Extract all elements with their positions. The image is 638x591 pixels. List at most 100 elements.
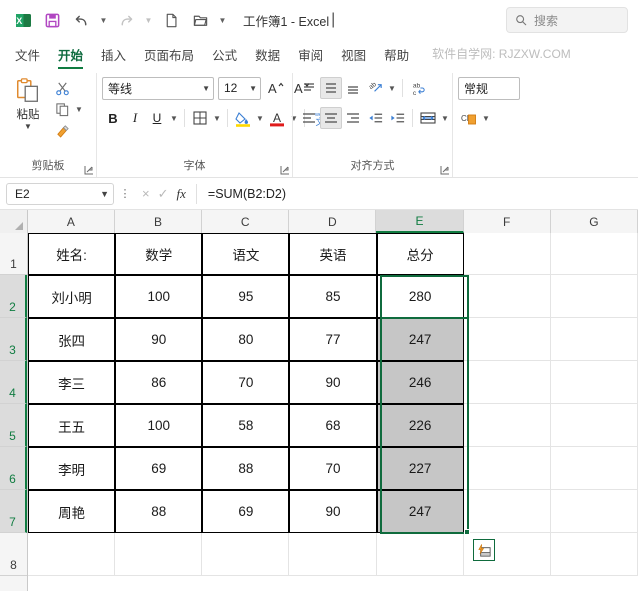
autofill-options-button[interactable] — [473, 539, 495, 561]
cell-d4[interactable]: 90 — [289, 361, 377, 404]
cell-f2[interactable] — [463, 275, 551, 318]
cell-g5[interactable] — [550, 404, 638, 447]
cell-g1[interactable] — [550, 233, 638, 275]
font-name-combo[interactable]: 等线 ▼ — [102, 76, 214, 100]
formula-bar-options-icon[interactable]: ⋮ — [118, 187, 132, 200]
borders-button[interactable] — [189, 107, 211, 129]
cell-a5[interactable]: 王五 — [28, 404, 116, 447]
cell-b3[interactable]: 90 — [115, 318, 203, 361]
bold-button[interactable]: B — [102, 107, 124, 129]
underline-dropdown-icon[interactable]: ▼ — [168, 114, 180, 123]
name-box-dropdown-icon[interactable]: ▼ — [100, 189, 109, 199]
tab-home[interactable]: 开始 — [49, 43, 92, 70]
row-header-6[interactable]: 6 — [0, 447, 27, 490]
row-header-4[interactable]: 4 — [0, 361, 27, 404]
cell-c4[interactable]: 70 — [202, 361, 290, 404]
cell-d6[interactable]: 70 — [289, 447, 377, 490]
select-all-corner[interactable] — [0, 210, 28, 233]
cell-a4[interactable]: 李三 — [28, 361, 116, 404]
cell-a8[interactable] — [28, 533, 116, 576]
tab-file[interactable]: 文件 — [6, 43, 49, 70]
cell-a2[interactable]: 刘小明 — [28, 275, 116, 318]
borders-dropdown-icon[interactable]: ▼ — [211, 114, 223, 123]
cell-c3[interactable]: 80 — [202, 318, 290, 361]
cell-g3[interactable] — [550, 318, 638, 361]
cell-c7[interactable]: 69 — [202, 490, 290, 533]
cell-e4[interactable]: 246 — [376, 361, 464, 404]
orientation-button[interactable]: ab — [364, 77, 386, 99]
cell-d2[interactable]: 85 — [289, 275, 377, 318]
undo-dropdown-icon[interactable]: ▼ — [97, 8, 110, 32]
cell-d8[interactable] — [289, 533, 377, 576]
cell-b8[interactable] — [115, 533, 203, 576]
fill-color-dropdown-icon[interactable]: ▼ — [254, 114, 266, 123]
cell-e6[interactable]: 227 — [376, 447, 464, 490]
copy-dropdown-icon[interactable]: ▼ — [74, 105, 84, 114]
search-box[interactable]: 搜索 — [506, 7, 628, 33]
tab-help[interactable]: 帮助 — [375, 43, 418, 70]
accounting-format-button[interactable]: CN — [458, 107, 480, 129]
paste-dropdown-icon[interactable]: ▼ — [24, 123, 32, 131]
accounting-dropdown-icon[interactable]: ▼ — [480, 114, 492, 123]
decrease-indent-button[interactable] — [364, 107, 386, 129]
cell-g8[interactable] — [550, 533, 638, 576]
copy-button[interactable] — [51, 99, 73, 119]
cell-b5[interactable]: 100 — [115, 404, 203, 447]
confirm-entry-button[interactable]: ✓ — [158, 186, 169, 202]
fill-color-button[interactable] — [232, 107, 254, 129]
cell-e2[interactable]: 280 — [376, 275, 464, 318]
cell-g4[interactable] — [550, 361, 638, 404]
cell-d5[interactable]: 68 — [289, 404, 377, 447]
cell-b7[interactable]: 88 — [115, 490, 203, 533]
row-header-8[interactable]: 8 — [0, 533, 27, 576]
cell-g2[interactable] — [550, 275, 638, 318]
column-header-d[interactable]: D — [289, 210, 377, 233]
merge-center-button[interactable] — [417, 107, 439, 129]
cell-a7[interactable]: 周艳 — [28, 490, 116, 533]
column-header-c[interactable]: C — [202, 210, 290, 233]
cell-c6[interactable]: 88 — [202, 447, 290, 490]
cell-b2[interactable]: 100 — [115, 275, 203, 318]
cell-g7[interactable] — [550, 490, 638, 533]
grow-font-button[interactable]: A — [265, 77, 287, 99]
tab-data[interactable]: 数据 — [246, 43, 289, 70]
align-right-button[interactable] — [342, 107, 364, 129]
cell-e8[interactable] — [376, 533, 464, 576]
align-center-button[interactable] — [320, 107, 342, 129]
font-name-dropdown-icon[interactable]: ▼ — [198, 84, 210, 93]
row-header-1[interactable]: 1 — [0, 233, 27, 275]
font-size-combo[interactable]: 12 ▼ — [218, 76, 261, 100]
align-left-button[interactable] — [298, 107, 320, 129]
new-icon[interactable] — [158, 7, 184, 33]
cell-f6[interactable] — [463, 447, 551, 490]
cell-f4[interactable] — [463, 361, 551, 404]
column-header-b[interactable]: B — [114, 210, 203, 233]
row-header-2[interactable]: 2 — [0, 275, 27, 318]
cancel-entry-button[interactable]: × — [142, 186, 150, 201]
align-bottom-button[interactable] — [342, 77, 364, 99]
tab-view[interactable]: 视图 — [332, 43, 375, 70]
column-header-e[interactable]: E — [376, 210, 464, 233]
cell-a3[interactable]: 张四 — [28, 318, 116, 361]
font-dialog-launcher-icon[interactable] — [280, 165, 290, 175]
cell-f1[interactable] — [463, 233, 551, 275]
cell-d3[interactable]: 77 — [289, 318, 377, 361]
fill-handle[interactable] — [464, 529, 470, 535]
cell-c5[interactable]: 58 — [202, 404, 290, 447]
cell-f5[interactable] — [463, 404, 551, 447]
italic-button[interactable]: I — [124, 107, 146, 129]
cell-c8[interactable] — [202, 533, 290, 576]
clipboard-dialog-launcher-icon[interactable] — [84, 165, 94, 175]
cut-button[interactable] — [51, 78, 73, 98]
alignment-dialog-launcher-icon[interactable] — [440, 165, 450, 175]
column-header-a[interactable]: A — [27, 210, 115, 233]
tab-review[interactable]: 审阅 — [289, 43, 332, 70]
cell-f7[interactable] — [463, 490, 551, 533]
format-painter-button[interactable] — [51, 120, 73, 140]
tab-page-layout[interactable]: 页面布局 — [135, 43, 203, 70]
cell-b6[interactable]: 69 — [115, 447, 203, 490]
formula-input[interactable]: =SUM(B2:D2) — [201, 183, 632, 205]
name-box[interactable]: E2 ▼ — [6, 182, 114, 205]
cell-b4[interactable]: 86 — [115, 361, 203, 404]
cell-a1[interactable]: 姓名: — [28, 233, 116, 275]
